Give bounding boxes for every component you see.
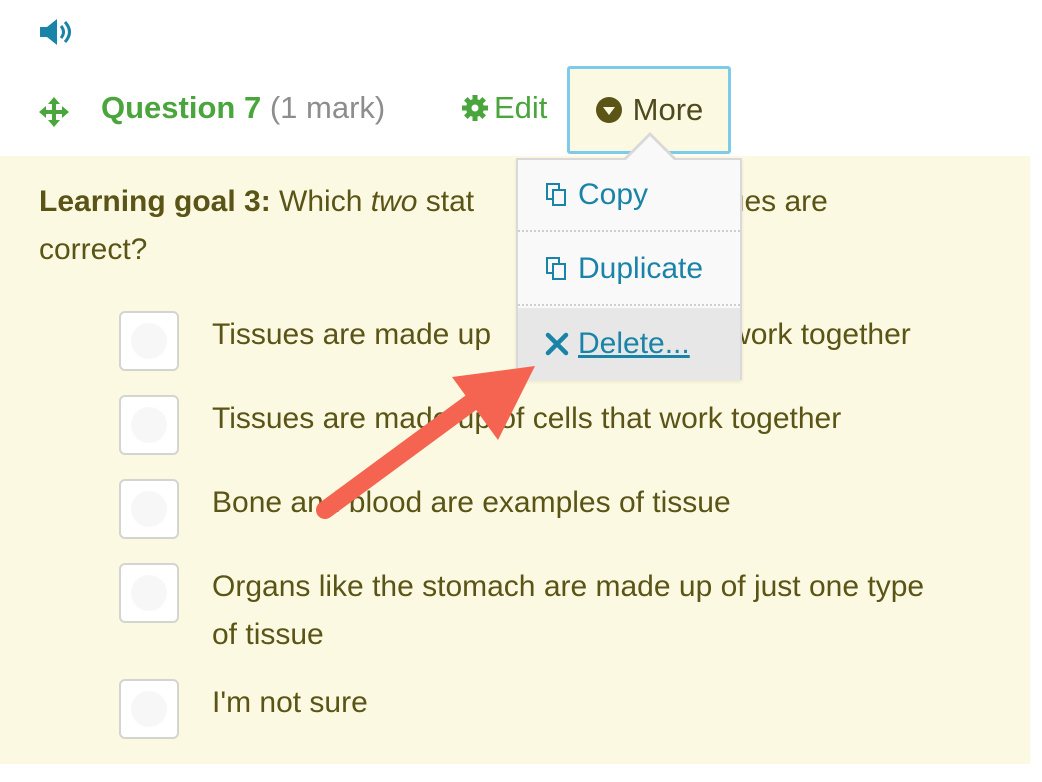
goal-label: Learning goal 3: bbox=[39, 185, 271, 218]
question-marks: (1 mark) bbox=[269, 90, 386, 125]
edit-label: Edit bbox=[494, 90, 548, 125]
menu-caret-inner bbox=[625, 136, 675, 161]
gear-icon bbox=[462, 95, 488, 121]
option-checkbox[interactable] bbox=[119, 679, 179, 739]
more-label: More bbox=[632, 92, 704, 127]
speaker-icon[interactable] bbox=[38, 16, 78, 48]
question-heading: Question 7 (1 mark) bbox=[101, 90, 385, 126]
option-checkbox[interactable] bbox=[119, 311, 179, 371]
more-menu: Copy Duplicate Delete... bbox=[516, 158, 742, 380]
chevron-down-icon bbox=[595, 97, 622, 123]
option-label: Tissues are made up of cells that work t… bbox=[212, 402, 842, 435]
option-checkbox[interactable] bbox=[119, 479, 179, 539]
copy-icon bbox=[546, 183, 566, 206]
menu-item-label: Copy bbox=[578, 178, 649, 211]
menu-item-label: Delete... bbox=[578, 327, 690, 360]
move-icon[interactable] bbox=[38, 96, 70, 128]
menu-item-delete[interactable]: Delete... bbox=[518, 308, 740, 380]
copy-icon bbox=[546, 257, 566, 280]
option-label: Organs like the stomach are made up of j… bbox=[212, 570, 925, 651]
edit-button[interactable]: Edit bbox=[461, 90, 547, 126]
question-number: Question 7 bbox=[101, 90, 262, 125]
menu-item-copy[interactable]: Copy bbox=[518, 160, 740, 232]
menu-item-label: Duplicate bbox=[578, 252, 704, 285]
option-checkbox[interactable] bbox=[119, 395, 179, 455]
question-text: Learning goal 3: Which two stat issues ar… bbox=[39, 185, 828, 266]
option-label: I'm not sure bbox=[212, 686, 368, 719]
option-label: Bone and blood are examples of tissue bbox=[212, 486, 731, 519]
menu-item-duplicate[interactable]: Duplicate bbox=[518, 234, 740, 306]
option-checkbox[interactable] bbox=[119, 563, 179, 623]
close-icon bbox=[545, 332, 569, 356]
